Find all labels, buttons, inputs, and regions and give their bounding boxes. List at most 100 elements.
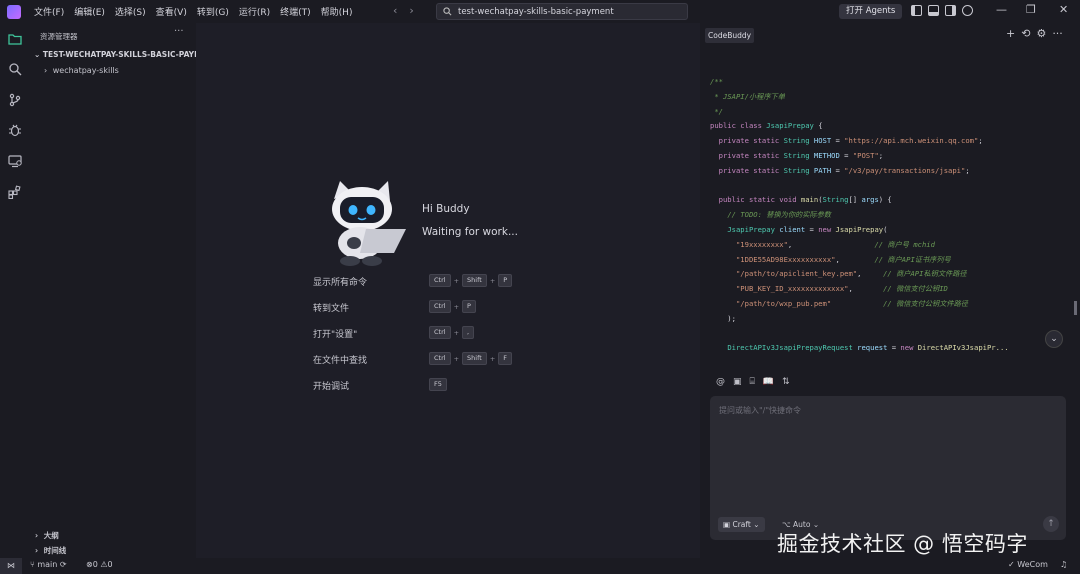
code-line: ); <box>710 312 1064 327</box>
code-token: // 商户号 mchid <box>874 239 935 249</box>
problems-status[interactable]: ⊗0 ⚠0 <box>86 560 113 569</box>
code-token: main <box>800 195 819 205</box>
folder-row-wechatpay-skills[interactable]: › wechatpay-skills <box>44 66 119 75</box>
explorer-icon[interactable] <box>8 32 22 46</box>
remote-indicator-icon[interactable]: ⋈ <box>0 558 22 574</box>
image-icon[interactable]: ▣ <box>733 377 742 387</box>
new-chat-icon[interactable]: + <box>1006 27 1015 40</box>
context-icon[interactable]: ⌸ <box>750 377 755 387</box>
debug-icon[interactable] <box>8 123 22 137</box>
code-line: public class JsapiPrepay { <box>710 119 1064 134</box>
code-token: JsapiPrepay <box>766 121 814 131</box>
welcome-status: Waiting for work... <box>422 226 518 238</box>
code-token: String <box>783 150 814 160</box>
toggle-panel-icon[interactable] <box>928 5 939 16</box>
code-token: String <box>783 165 814 175</box>
mention-icon[interactable]: @ <box>716 377 725 387</box>
timeline-section[interactable]: › 时间线 <box>35 545 66 556</box>
code-token: JsapiPrepay <box>835 224 884 234</box>
menu-item[interactable]: 选择(S) <box>110 5 151 18</box>
settings-gear-icon[interactable]: ⚙ <box>1036 27 1046 40</box>
outline-section[interactable]: › 大纲 <box>35 530 59 541</box>
remote-explorer-icon[interactable] <box>8 154 22 168</box>
nav-arrows: ‹ › <box>393 4 414 17</box>
keycap: P <box>498 274 513 287</box>
notifications-bell-icon[interactable]: ♫ <box>1060 560 1067 569</box>
menu-item[interactable]: 查看(V) <box>151 5 192 18</box>
search-icon[interactable] <box>8 62 22 76</box>
extensions-icon[interactable] <box>8 185 22 199</box>
chat-input-box[interactable]: 提问或输入"/"快捷命令 ▣ Craft ⌄ ⌥ Auto ⌄ ↑ <box>710 396 1066 540</box>
chevron-right-icon: › <box>35 531 39 540</box>
chat-toolbar: @ ▣ ⌸ 📖 ⇅ <box>716 377 790 387</box>
toggle-secondary-sidebar-icon[interactable] <box>945 5 956 16</box>
shortcut-label[interactable]: 显示所有命令 <box>313 275 367 288</box>
menu-item[interactable]: 终端(T) <box>275 5 316 18</box>
rules-icon[interactable]: ⇅ <box>782 377 790 387</box>
search-text: test-wechatpay-skills-basic-payment <box>458 6 614 17</box>
branch-status[interactable]: ⑂ main ⟳ <box>30 560 67 569</box>
keycap: Ctrl <box>429 326 451 339</box>
shortcut-label[interactable]: 打开"设置" <box>313 327 357 340</box>
history-icon[interactable]: ⟲ <box>1021 27 1030 40</box>
forward-arrow-icon[interactable]: › <box>409 4 413 17</box>
shortcut-label[interactable]: 在文件中查找 <box>313 353 367 366</box>
menu-item[interactable]: 文件(F) <box>29 5 69 18</box>
menu-item[interactable]: 帮助(H) <box>316 5 358 18</box>
code-token: /** <box>710 77 723 86</box>
menu-item[interactable]: 运行(R) <box>234 5 275 18</box>
menu-item[interactable]: 转到(G) <box>192 5 234 18</box>
explorer-more-button[interactable]: ··· <box>174 26 184 37</box>
toggle-primary-sidebar-icon[interactable] <box>911 5 922 16</box>
code-token: */ <box>710 106 723 116</box>
open-agents-button[interactable]: 打开 Agents <box>839 4 903 19</box>
keycap: F5 <box>429 378 447 391</box>
chat-input-placeholder: 提问或输入"/"快捷命令 <box>719 406 802 415</box>
code-token: // TODO: 替换为你的实际参数 <box>727 210 831 220</box>
close-icon[interactable]: ✕ <box>1059 3 1068 16</box>
code-token: DirectAPIv3JsapiPr... <box>917 343 1009 353</box>
code-token: JsapiPrepay <box>727 224 780 234</box>
wecom-status[interactable]: ✓ WeCom <box>1008 560 1048 569</box>
code-token: private static <box>718 165 784 175</box>
shortcut-label[interactable]: 开始调试 <box>313 379 349 392</box>
code-token: METHOD <box>813 150 840 160</box>
menu-item[interactable]: 编辑(E) <box>69 5 110 18</box>
command-center-search[interactable]: test-wechatpay-skills-basic-payment <box>436 3 688 20</box>
menu-bar: 文件(F) 编辑(E) 选择(S) 查看(V) 转到(G) 运行(R) 终端(T) 帮助(H) <box>29 5 357 18</box>
send-button[interactable]: ↑ <box>1043 516 1059 532</box>
code-token: ; <box>878 150 884 160</box>
keycap: Ctrl <box>429 352 451 365</box>
chevron-down-icon: ⌄ <box>750 520 760 529</box>
knowledge-book-icon[interactable]: 📖 <box>763 377 774 387</box>
scroll-to-bottom-button[interactable]: ⌄ <box>1045 330 1063 348</box>
shortcut-label[interactable]: 转到文件 <box>313 301 349 314</box>
code-token: , <box>787 239 875 249</box>
key-plus: + <box>453 276 460 285</box>
key-plus: + <box>453 302 460 311</box>
key-plus: + <box>489 354 496 363</box>
code-token: "/path/to/wxp_pub.pem" <box>735 298 832 308</box>
app-logo <box>7 4 21 19</box>
account-icon[interactable] <box>962 5 973 16</box>
more-icon[interactable]: ··· <box>1052 27 1063 40</box>
codebuddy-panel: CodeBuddy + ⟲ ⚙ ··· /** * JSAPI/小程序下单 */… <box>700 23 1080 558</box>
mode-select-craft[interactable]: ▣ Craft ⌄ <box>718 517 765 532</box>
scrollbar-thumb[interactable] <box>1074 301 1077 315</box>
source-control-icon[interactable] <box>8 93 22 107</box>
code-token: // 商户API证书序列号 <box>874 254 951 264</box>
project-root-row[interactable]: ⌄ TEST-WECHATPAY-SKILLS-BASIC-PAYM... <box>34 50 210 59</box>
keycap: P <box>462 300 476 313</box>
maximize-icon[interactable]: ❐ <box>1026 3 1036 16</box>
code-line: DirectAPIv3JsapiPrepayRequest request = … <box>710 341 1064 356</box>
minimize-icon[interactable]: — <box>996 3 1007 16</box>
code-token: ; <box>965 165 970 175</box>
back-arrow-icon[interactable]: ‹ <box>393 4 397 17</box>
code-token: public static void <box>718 195 801 205</box>
code-token: String <box>822 195 849 205</box>
codebuddy-tab[interactable]: CodeBuddy <box>705 28 755 43</box>
code-line: "19xxxxxxxx", // 商户号 mchid <box>710 238 1064 253</box>
